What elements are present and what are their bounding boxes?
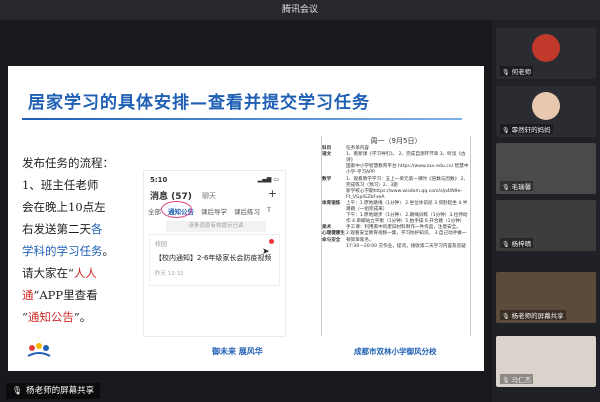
doc-row: 数学 1、观看教学学习：五上一单元第一课时《倍数与因数》 2、完成练习（预习）2、… [322,177,470,189]
phone-header-chat: 聊天 [202,192,216,200]
notice-card: 校园 【校内通知】2-6年级家长会防疫视频 昨天 12:32 [149,234,280,286]
doc-content: 新学校心学期https://www.wisdom.qq.com/s/p4IN9e… [346,188,463,200]
participant-name-text: 马仁杰 [511,376,532,384]
doc-content: 1、观看教学学习：五上一单元第一课时《倍数与因数》 2、完成练习（预习）2、3题 [346,176,469,188]
avatar [532,34,560,62]
doc-subject [322,164,346,176]
participant-name: 🎙 杨梓晴 [500,238,534,248]
highlight-circle [161,201,192,218]
doc-row: 17:30—20:00 交作业，提问，接收第二天学习内容及答疑 [322,244,470,250]
slide-title: 居家学习的具体安排—查看并提交学习任务 [28,93,370,113]
participant-name: 🎙 毛瑞馨 [500,181,534,191]
participant-name: 🎙 杨老师的屏幕共享 [500,310,566,320]
participant-name-text: 杨老师的屏幕共享 [511,312,564,320]
phone-signal-icon: ▂▄▆ ▭ [257,176,279,183]
doc-row: 心理健康生命与安全 2.观看安全教育视频一集，学习防护知识。 3.自己动手做一顿简… [322,231,470,243]
microphone-icon: 🎙 [502,313,510,320]
school-logo-icon [27,343,51,357]
participant-name: 🎙 马仁杰 [500,374,534,384]
doc-heading: 周一（9月5日） [370,137,422,145]
step-line: 发布任务的流程： [22,156,114,170]
phone-screenshot: 5:10 ▂▄▆ ▭ 消息 (57) 聊天 + 全部 通知公告 课后导学 课后练… [143,170,286,337]
doc-subject: 语文 [322,152,332,158]
step-line: 学科的学习任务。 [22,244,114,258]
screen-share-label: 🎙 杨老师的屏幕共享 [6,383,101,399]
participant-tile[interactable]: 🎙 杨梓晴 [496,200,596,251]
doc-subject [322,213,346,225]
participant-name-text: 杨梓晴 [511,240,532,248]
microphone-icon: 🎙 [502,127,510,134]
doc-subject: 数学 [322,176,332,182]
unread-dot [269,239,274,244]
participant-name: 🎙 何老师 [500,66,534,76]
phone-tab: 课后导学 [201,208,227,216]
doc-content: 2.观看安全教育视频一集，学习防护知识。 3.自己动手做一顿简单家务。 [346,231,467,243]
step-line: 右发送第二天各 [22,222,103,236]
doc-subject: 体育锻炼 [322,200,341,206]
title-underline [22,118,462,120]
microphone-icon: 🎙 [502,184,510,191]
phone-time: 5:10 [150,176,168,184]
steps-text: 发布任务的流程： 1、班主任老师 会在晚上10点左 右发送第二天各 学科的学习任… [22,152,136,328]
doc-row: 语文 1、看新课《学习导引》。 2、完成自测环节单 3、听读《古诗》 [322,152,470,164]
doc-content: 国家中小学智慧教育平台 https://www.zxx.edu.cn/ 智慧中小… [346,164,469,176]
microphone-icon: 🎙 [12,386,23,395]
microphone-icon: 🎙 [502,69,510,76]
presentation-slide: 居家学习的具体安排—查看并提交学习任务 发布任务的流程： 1、班主任老师 会在晚… [8,66,484,371]
doc-row: 国家中小学智慧教育平台 https://www.zxx.edu.cn/ 智慧中小… [322,164,470,176]
phone-tab: 全部 [148,208,161,216]
doc-row: 下午：1.原地踏步（1分钟） 2.跳绳训练（1分钟）3.拉伸动作 4.单脚站立平… [322,213,470,225]
participant-tile[interactable]: 🎙 霏然轩的妈妈 [496,86,596,137]
notice-time: 昨天 12:32 [155,271,184,277]
phone-tab: 课后练习 [234,208,260,216]
phone-tab: T [267,206,271,214]
task-document: 周一（9月5日） 科目 任务单内容 语文 1、看新课《学习导引》。 2、完成自测环节单… [321,136,471,336]
participant-name: 🎙 霏然轩的妈妈 [500,124,553,134]
phone-note: 该条消息有效提示已读 [166,221,266,232]
window-title: 腾讯会议 [0,0,600,20]
microphone-icon: 🎙 [502,377,510,384]
doc-subject [322,189,346,201]
microphone-icon: 🎙 [502,241,510,248]
doc-content: 1、看新课《学习导引》。 2、完成自测环节单 3、听读《古诗》 [346,152,466,164]
doc-subject [322,244,346,250]
phone-header: 消息 (57) [150,192,192,202]
participant-tile[interactable]: 🎙 杨老师的屏幕共享 [496,272,596,323]
participant-tile[interactable]: 🎙 马仁杰 [496,336,596,387]
step-line: 通”APP里查看 [22,288,98,302]
meeting-window: 腾讯会议 居家学习的具体安排—查看并提交学习任务 发布任务的流程： 1、班主任老… [0,0,600,402]
shared-screen[interactable]: 居家学习的具体安排—查看并提交学习任务 发布任务的流程： 1、班主任老师 会在晚… [0,20,492,402]
participant-name-text: 何老师 [511,68,532,76]
doc-content: 下午：1.原地踏步（1分钟） 2.跳绳训练（1分钟）3.拉伸动作 4.单脚站立平… [346,213,468,225]
plus-icon: + [267,187,277,200]
participant-panel: 🎙 何老师 🎙 霏然轩的妈妈 🎙 毛瑞馨 🎙 杨梓晴 🎙 杨老师的屏幕共享 🎙 马仁杰 [492,20,600,402]
doc-content: 上午：1.原地跳绳（1分钟） 2.坐位体前屈 3.仰卧起坐 4.半蹲跳（一组完成… [346,200,468,213]
doc-subject: 心理健康生命与安全 [322,231,345,243]
notice-sender: 校园 [155,241,168,248]
school-name: 成都市双林小学御风分校 [354,347,437,356]
mouse-cursor-icon: ➤ [262,247,270,257]
avatar [532,92,560,120]
participant-tile[interactable]: 🎙 毛瑞馨 [496,143,596,194]
participant-tile[interactable]: 🎙 何老师 [496,28,596,79]
doc-content: 17:30—20:00 交作业，提问，接收第二天学习内容及答疑 [346,243,466,249]
participant-name-text: 毛瑞馨 [511,183,532,191]
step-line: 请大家在“人人 [22,266,97,280]
step-line: “通知公告”。 [22,310,92,324]
participant-name-text: 霏然轩的妈妈 [511,126,551,134]
step-line: 会在晚上10点左 [22,200,106,214]
doc-row: 体育锻炼 上午：1.原地跳绳（1分钟） 2.坐位体前屈 3.仰卧起坐 4.半蹲跳（… [322,201,470,213]
slogan: 御未来 展风华 [212,347,263,356]
doc-row: 新学校心学期https://www.wisdom.qq.com/s/p4IN9e… [322,189,470,201]
notice-message: 【校内通知】2-6年级家长会防疫视频 [155,254,272,262]
step-line: 1、班主任老师 [22,178,99,192]
